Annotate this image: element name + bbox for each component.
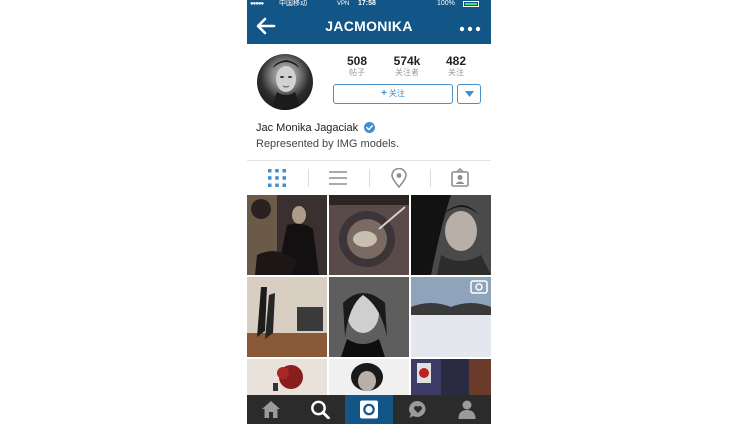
carrier-name: 中国移动 [279, 0, 307, 7]
full-name-text: Jac Monika Jagaciak [256, 122, 359, 134]
photo-thumbnail[interactable] [329, 195, 409, 275]
profile-full-name: Jac Monika Jagaciak [256, 122, 376, 134]
stat-followers-count: 574k [393, 54, 421, 68]
page-title: JACMONIKA [325, 18, 413, 34]
tab-profile[interactable] [443, 395, 491, 424]
location-pin-icon [391, 168, 407, 188]
tab-activity[interactable] [394, 395, 442, 424]
photo-thumbnail[interactable] [247, 195, 327, 275]
grid-icon [268, 169, 286, 187]
tab-grid-view[interactable] [247, 161, 308, 194]
arrow-left-icon[interactable] [255, 15, 277, 37]
home-icon [262, 401, 280, 418]
tab-list-view[interactable] [308, 161, 369, 194]
follow-button[interactable]: + 关注 [333, 84, 453, 104]
stat-followers-label: 关注者 [395, 68, 419, 77]
network-indicator: VPN [337, 1, 350, 7]
heart-bubble-icon [409, 400, 426, 418]
battery-icon [463, 1, 479, 7]
clock: 17:58 [358, 0, 376, 7]
photo-thumbnail[interactable] [329, 277, 409, 357]
photo-thumbnail[interactable] [411, 277, 491, 357]
photo-thumbnail[interactable] [247, 277, 327, 357]
stat-posts-label: 帖子 [349, 68, 365, 77]
stat-followers[interactable]: 574k 关注者 [387, 54, 427, 78]
signal-strength: ●●●●● [250, 1, 264, 7]
search-icon [311, 400, 330, 419]
photo-grid [247, 195, 491, 424]
tab-explore[interactable] [296, 395, 344, 424]
plus-icon: + [381, 88, 387, 99]
profile-bio: Represented by IMG models. [256, 138, 400, 150]
avatar[interactable] [257, 54, 313, 110]
person-icon [458, 400, 476, 419]
list-icon [329, 171, 347, 185]
nav-bar: JACMONIKA [247, 8, 491, 44]
stat-following-count: 482 [445, 54, 467, 68]
stat-following-label: 关注 [448, 68, 464, 77]
tab-camera[interactable] [345, 395, 393, 424]
chevron-down-icon [465, 91, 474, 97]
bottom-tab-bar [247, 395, 491, 424]
tab-tagged-view[interactable] [430, 161, 491, 194]
verified-badge-icon [364, 122, 376, 133]
battery-percent: 100% [437, 0, 455, 7]
camera-icon [360, 400, 378, 419]
stat-following[interactable]: 482 关注 [436, 54, 476, 78]
stat-posts-count: 508 [346, 54, 368, 68]
stat-posts[interactable]: 508 帖子 [337, 54, 377, 78]
tab-home[interactable] [247, 395, 295, 424]
ellipsis-icon[interactable] [459, 21, 481, 32]
view-tabs [247, 161, 491, 194]
status-bar: ●●●●● 中国移动 VPN 17:58 100% [247, 0, 491, 8]
tab-location-view[interactable] [369, 161, 430, 194]
tagged-person-icon [451, 168, 469, 187]
phone-screen: ●●●●● 中国移动 VPN 17:58 100% JACMONIKA 508 … [247, 0, 491, 424]
photo-thumbnail[interactable] [411, 195, 491, 275]
follow-button-label: 关注 [388, 89, 405, 98]
suggestions-dropdown-button[interactable] [457, 84, 481, 104]
